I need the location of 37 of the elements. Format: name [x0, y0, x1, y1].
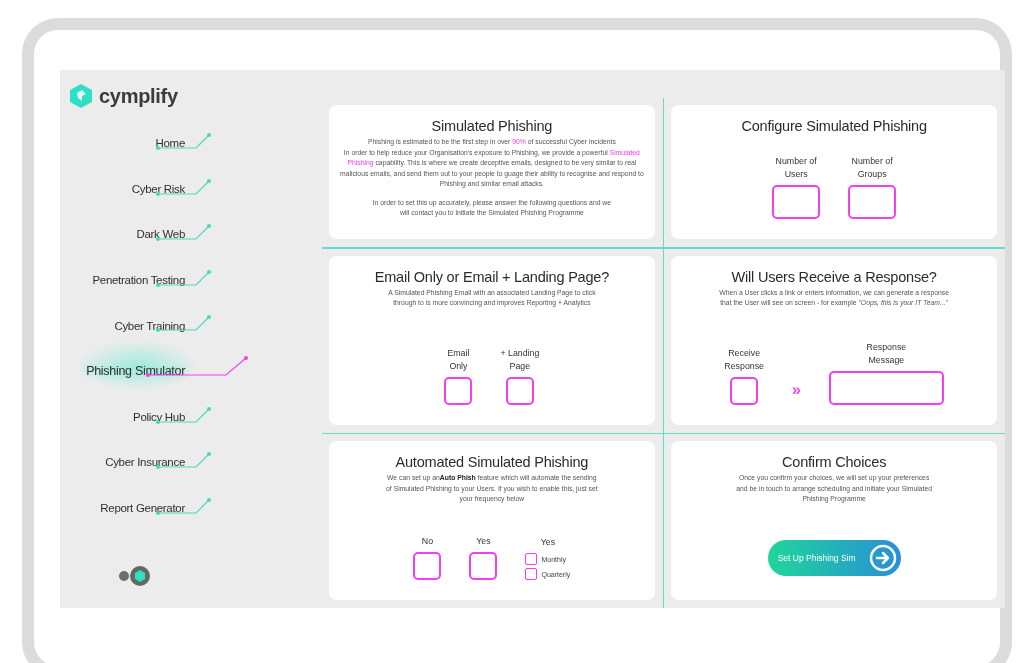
card-title: Confirm Choices — [782, 454, 887, 470]
nav-item[interactable]: Cyber Insurance — [78, 434, 248, 480]
checkbox[interactable] — [444, 376, 473, 405]
checkbox[interactable] — [469, 552, 498, 580]
brand-name: cymplify — [99, 84, 178, 108]
field-label: Number of Groups — [851, 155, 893, 181]
checkbox[interactable] — [525, 568, 538, 580]
checkbox[interactable] — [730, 376, 759, 405]
card-title: Email Only or Email + Landing Page? — [374, 268, 610, 285]
nav-item[interactable]: Policy Hub — [78, 388, 248, 435]
card-title: Configure Simulated Phishing — [741, 118, 927, 134]
nav-item[interactable]: Report Generator — [78, 479, 248, 526]
card-title: Automated Simulated Phishing — [395, 454, 589, 470]
option-label: Email Only — [447, 347, 470, 373]
option-label: No — [421, 535, 434, 548]
nav-item[interactable]: Dark Web — [78, 206, 248, 252]
card-title: Simulated Phishing — [431, 118, 553, 134]
option-label: + Landing Page — [500, 347, 540, 373]
option-label: Receive Response — [724, 347, 764, 373]
field-label: Number of Users — [775, 155, 817, 181]
nav-item[interactable]: Cyber Training — [78, 297, 248, 343]
nav-item[interactable]: Penetration Testing — [78, 251, 248, 298]
checkbox[interactable] — [505, 376, 534, 405]
card-title: Will Users Receive a Response? — [731, 268, 937, 285]
nav-item[interactable]: Home — [78, 115, 248, 161]
option-label: Yes — [540, 536, 556, 549]
number-field[interactable] — [772, 184, 821, 219]
message-field[interactable] — [828, 370, 944, 405]
nav-item[interactable]: Cyber Risk — [78, 160, 248, 207]
logo-icon — [68, 83, 94, 109]
option-label: Yes — [476, 535, 491, 548]
number-field[interactable] — [848, 184, 897, 219]
checkbox[interactable] — [525, 553, 538, 565]
checkbox[interactable] — [413, 552, 442, 580]
field-label: Response Message — [866, 341, 907, 367]
double-arrow: » — [792, 380, 801, 400]
nav-item[interactable]: Phishing Simulator — [78, 342, 248, 389]
